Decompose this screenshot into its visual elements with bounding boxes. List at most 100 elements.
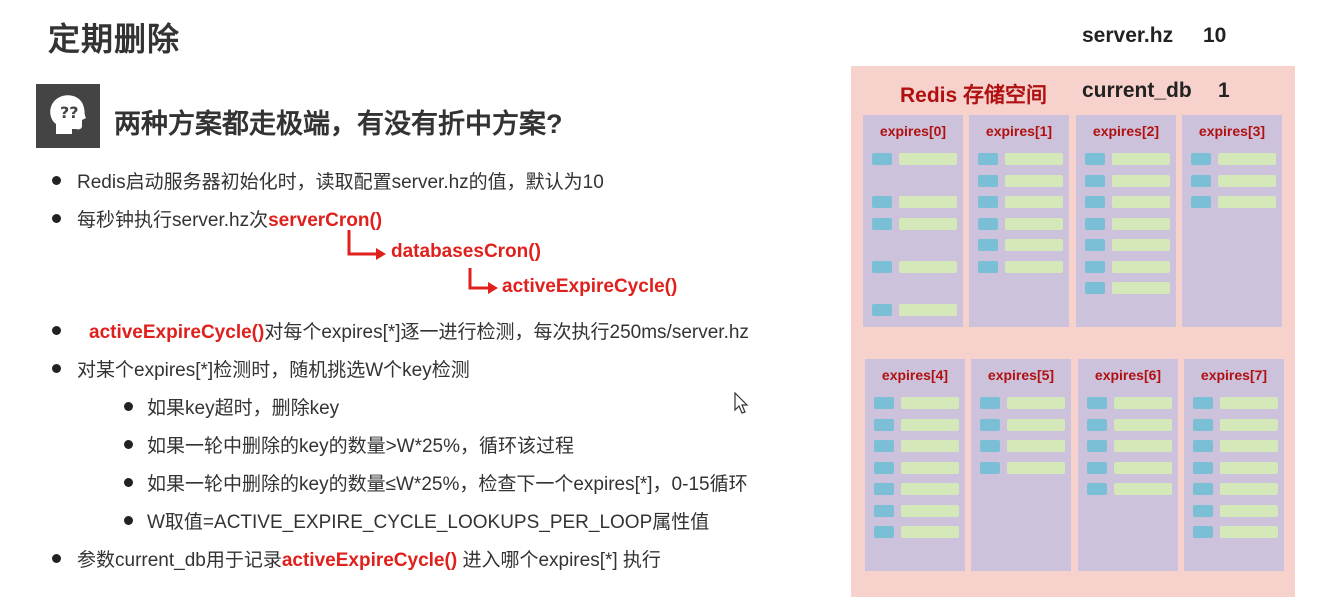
value-cell	[1114, 461, 1172, 474]
server-hz-value: 10	[1203, 24, 1227, 47]
key-cell	[978, 217, 998, 230]
value-cell	[1112, 282, 1170, 294]
key-cell	[980, 418, 1000, 431]
value-cell	[1112, 239, 1170, 251]
bullet-text: W取值=ACTIVE_EXPIRE_CYCLE_LOOKUPS_PER_LOOP…	[147, 512, 710, 533]
value-cell	[1007, 440, 1065, 452]
expires-column: expires[2]	[1076, 115, 1176, 327]
value-cell	[1220, 440, 1278, 452]
key-cell	[874, 440, 894, 452]
value-cell	[901, 526, 959, 538]
key-cell	[978, 260, 998, 273]
panel-title: Redis 存储空间	[900, 84, 1048, 107]
sub-bullet-item: W取值=ACTIVE_EXPIRE_CYCLE_LOOKUPS_PER_LOOP…	[124, 507, 709, 534]
value-cell	[1005, 260, 1063, 273]
key-cell	[872, 153, 892, 165]
value-cell	[1220, 526, 1278, 538]
key-cell	[874, 504, 894, 517]
question-head-icon: ??	[36, 84, 100, 148]
key-cell	[872, 196, 892, 208]
bullet-item: activeExpireCycle()对每个expires[*]逐一进行检测，每…	[52, 317, 749, 344]
key-cell	[874, 526, 894, 538]
value-cell	[1005, 153, 1063, 165]
value-cell	[1218, 153, 1276, 165]
expires-label: expires[2]	[1092, 123, 1160, 139]
value-cell	[1220, 418, 1278, 431]
expires-column: expires[3]	[1182, 115, 1282, 327]
expires-label: expires[1]	[985, 123, 1053, 139]
bullet-item: Redis启动服务器初始化时，读取配置server.hz的值，默认为10	[52, 167, 604, 194]
bullet-text: 对每个expires[*]逐一进行检测，每次执行250ms/server.hz	[264, 322, 749, 343]
bullet-dot	[52, 214, 61, 224]
key-cell	[1085, 217, 1105, 230]
value-cell	[1005, 196, 1063, 208]
key-cell	[1191, 153, 1211, 165]
value-cell	[899, 196, 957, 208]
bullet-text: 参数current_db用于记录	[77, 550, 282, 571]
active-expire-cycle-func: activeExpireCycle()	[502, 276, 678, 297]
bullet-dot	[124, 516, 133, 526]
key-cell	[1193, 483, 1213, 495]
value-cell	[899, 153, 957, 165]
page-title: 定期删除	[48, 21, 181, 57]
value-cell	[899, 217, 957, 230]
key-cell	[1193, 526, 1213, 538]
key-cell	[872, 303, 892, 316]
value-cell	[1220, 461, 1278, 474]
expires-label: expires[5]	[987, 367, 1055, 383]
value-cell	[1220, 397, 1278, 409]
active-expire-cycle-func: activeExpireCycle()	[89, 322, 265, 343]
expires-label: expires[3]	[1198, 123, 1266, 139]
value-cell	[1005, 217, 1063, 230]
bullet-dot	[52, 364, 61, 374]
key-cell	[1085, 174, 1105, 187]
key-cell	[1087, 461, 1107, 474]
key-cell	[1085, 239, 1105, 251]
key-cell	[980, 397, 1000, 409]
key-cell	[978, 174, 998, 187]
expires-label: expires[7]	[1200, 367, 1268, 383]
value-cell	[901, 440, 959, 452]
key-cell	[1087, 397, 1107, 409]
expires-column: expires[1]	[969, 115, 1069, 327]
expires-column: expires[0]	[863, 115, 963, 327]
value-cell	[899, 260, 957, 273]
key-cell	[978, 239, 998, 251]
value-cell	[1112, 217, 1170, 230]
bullet-text: 每秒钟执行server.hz次	[77, 210, 269, 231]
value-cell	[1220, 483, 1278, 495]
bullet-text: 如果一轮中删除的key的数量≤W*25%，检查下一个expires[*]，0-1…	[147, 474, 748, 495]
bullet-dot	[124, 440, 133, 450]
key-cell	[874, 461, 894, 474]
key-cell	[1085, 282, 1105, 294]
bullet-text: 进入哪个expires[*] 执行	[457, 550, 661, 571]
key-cell	[980, 461, 1000, 474]
value-cell	[1007, 397, 1065, 409]
svg-text:??: ??	[60, 103, 79, 122]
value-cell	[1005, 174, 1063, 187]
expires-column: expires[7]	[1184, 359, 1284, 571]
value-cell	[901, 504, 959, 517]
sub-bullet-item: 如果key超时，删除key	[124, 393, 339, 420]
value-cell	[1114, 483, 1172, 495]
value-cell	[901, 483, 959, 495]
key-cell	[1193, 418, 1213, 431]
expires-column: expires[4]	[865, 359, 965, 571]
value-cell	[1114, 440, 1172, 452]
key-cell	[1191, 196, 1211, 208]
bullet-text: 如果key超时，删除key	[147, 398, 340, 419]
bullet-item: 参数current_db用于记录activeExpireCycle() 进入哪个…	[52, 545, 661, 572]
value-cell	[1007, 418, 1065, 431]
expires-column: expires[6]	[1078, 359, 1178, 571]
current-db-value: 1	[1218, 79, 1230, 102]
key-cell	[1193, 440, 1213, 452]
key-cell	[1193, 397, 1213, 409]
key-cell	[874, 483, 894, 495]
call-chain-arrows	[347, 230, 498, 294]
key-cell	[978, 196, 998, 208]
bullet-item: 对某个expires[*]检测时，随机挑选W个key检测	[52, 355, 470, 382]
expires-column: expires[5]	[971, 359, 1071, 571]
bullet-dot	[52, 326, 61, 336]
key-cell	[874, 418, 894, 431]
bullet-item: 每秒钟执行server.hz次serverCron()	[52, 205, 382, 232]
